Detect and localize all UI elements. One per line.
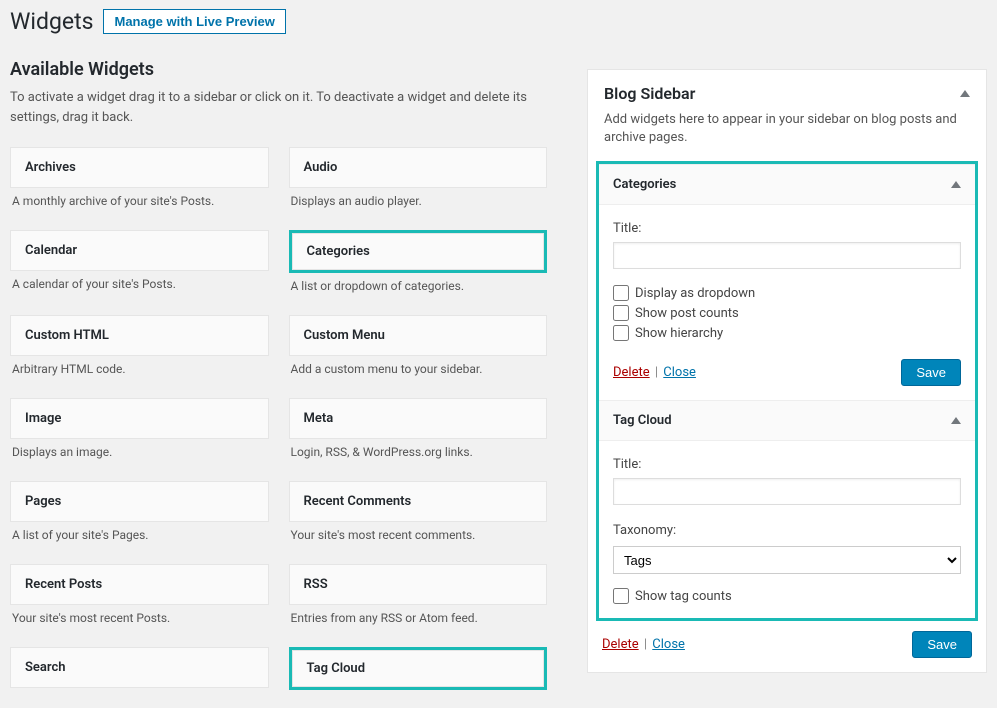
widget-name-pages[interactable]: Pages xyxy=(10,481,269,522)
widget-name-categories[interactable]: Categories xyxy=(292,233,545,270)
available-widget: RSSEntries from any RSS or Atom feed. xyxy=(289,564,548,637)
divider: | xyxy=(644,637,650,652)
show-hierarchy-label: Show hierarchy xyxy=(635,326,723,341)
title-label: Title: xyxy=(613,457,961,472)
widget-desc: A monthly archive of your site's Posts. xyxy=(10,188,269,220)
widget-desc: A list of your site's Pages. xyxy=(10,522,269,554)
show-post-counts-option[interactable]: Show post counts xyxy=(613,305,961,321)
widget-name-rss[interactable]: RSS xyxy=(289,564,548,605)
widget-name-meta[interactable]: Meta xyxy=(289,398,548,439)
show-tag-counts-label: Show tag counts xyxy=(635,589,732,604)
available-widget: CategoriesA list or dropdown of categori… xyxy=(289,230,548,305)
title-label: Title: xyxy=(613,221,961,236)
delete-link[interactable]: Delete xyxy=(613,365,650,380)
save-button[interactable]: Save xyxy=(901,359,961,386)
widget-name-archives[interactable]: Archives xyxy=(10,147,269,188)
widget-name-audio[interactable]: Audio xyxy=(289,147,548,188)
highlight-box: Tag Cloud xyxy=(289,647,548,690)
divider: | xyxy=(655,365,661,380)
show-hierarchy-checkbox[interactable] xyxy=(613,325,629,341)
widget-desc: Entries from any RSS or Atom feed. xyxy=(289,605,548,637)
widget-desc: Your site's most recent comments. xyxy=(289,522,548,554)
available-widget: ImageDisplays an image. xyxy=(10,398,269,471)
show-post-counts-label: Show post counts xyxy=(635,306,739,321)
widget-name-recent-posts[interactable]: Recent Posts xyxy=(10,564,269,605)
widget-name-tag-cloud[interactable]: Tag Cloud xyxy=(292,650,545,687)
widget-desc: A calendar of your site's Posts. xyxy=(10,271,269,303)
show-post-counts-checkbox[interactable] xyxy=(613,305,629,321)
available-widget: AudioDisplays an audio player. xyxy=(289,147,548,220)
available-widget: PagesA list of your site's Pages. xyxy=(10,481,269,554)
widget-desc xyxy=(10,688,269,706)
available-widget: Recent PostsYour site's most recent Post… xyxy=(10,564,269,637)
available-widgets-desc: To activate a widget drag it to a sideba… xyxy=(10,88,547,127)
widget-desc: Displays an image. xyxy=(10,439,269,471)
available-widget: Custom HTMLArbitrary HTML code. xyxy=(10,315,269,388)
highlighted-widgets-region: Categories Title: Display as dropdown xyxy=(596,161,978,621)
sidebar-column: Blog Sidebar Add widgets here to appear … xyxy=(587,69,987,673)
show-hierarchy-option[interactable]: Show hierarchy xyxy=(613,325,961,341)
categories-panel-header[interactable]: Categories xyxy=(599,165,975,205)
widget-name-recent-comments[interactable]: Recent Comments xyxy=(289,481,548,522)
widget-desc: Add a custom menu to your sidebar. xyxy=(289,356,548,388)
blog-sidebar-title: Blog Sidebar xyxy=(604,84,695,103)
widget-desc: Displays an audio player. xyxy=(289,188,548,220)
available-widget: Tag Cloud xyxy=(289,647,548,708)
available-widgets-column: Available Widgets To activate a widget d… xyxy=(10,39,547,708)
tagcloud-panel-header[interactable]: Tag Cloud xyxy=(599,401,975,441)
widget-name-search[interactable]: Search xyxy=(10,647,269,688)
taxonomy-select[interactable]: Tags xyxy=(613,546,961,574)
available-widget: MetaLogin, RSS, & WordPress.org links. xyxy=(289,398,548,471)
available-widgets-heading: Available Widgets xyxy=(10,59,547,80)
widget-name-custom-html[interactable]: Custom HTML xyxy=(10,315,269,356)
widget-desc: A list or dropdown of categories. xyxy=(289,273,548,305)
page-title: Widgets xyxy=(10,8,93,35)
available-widget: Custom MenuAdd a custom menu to your sid… xyxy=(289,315,548,388)
collapse-icon[interactable] xyxy=(951,417,961,424)
widget-desc: Login, RSS, & WordPress.org links. xyxy=(289,439,548,471)
widget-desc xyxy=(289,690,548,708)
available-widget: ArchivesA monthly archive of your site's… xyxy=(10,147,269,220)
collapse-icon[interactable] xyxy=(951,181,961,188)
categories-widget-panel: Categories Title: Display as dropdown xyxy=(599,164,975,400)
display-dropdown-checkbox[interactable] xyxy=(613,285,629,301)
taxonomy-label: Taxonomy: xyxy=(613,523,961,538)
tagcloud-panel-title: Tag Cloud xyxy=(613,413,672,428)
close-link[interactable]: Close xyxy=(652,637,685,652)
widget-name-calendar[interactable]: Calendar xyxy=(10,230,269,271)
available-widget: CalendarA calendar of your site's Posts. xyxy=(10,230,269,305)
save-button[interactable]: Save xyxy=(912,631,972,658)
show-tag-counts-option[interactable]: Show tag counts xyxy=(613,588,961,604)
categories-title-input[interactable] xyxy=(613,242,961,269)
display-dropdown-label: Display as dropdown xyxy=(635,286,755,301)
categories-panel-title: Categories xyxy=(613,177,676,192)
available-widget: Search xyxy=(10,647,269,708)
blog-sidebar-desc: Add widgets here to appear in your sideb… xyxy=(588,109,986,161)
collapse-icon[interactable] xyxy=(960,90,970,97)
live-preview-button[interactable]: Manage with Live Preview xyxy=(103,9,285,34)
available-widget: Recent CommentsYour site's most recent c… xyxy=(289,481,548,554)
delete-link[interactable]: Delete xyxy=(602,637,639,652)
widget-desc: Your site's most recent Posts. xyxy=(10,605,269,637)
blog-sidebar-area: Blog Sidebar Add widgets here to appear … xyxy=(587,69,987,673)
tagcloud-title-input[interactable] xyxy=(613,478,961,505)
highlight-box: Categories xyxy=(289,230,548,273)
widget-name-custom-menu[interactable]: Custom Menu xyxy=(289,315,548,356)
tagcloud-widget-panel: Tag Cloud Title: Taxonomy: Tags xyxy=(599,400,975,618)
close-link[interactable]: Close xyxy=(663,365,696,380)
show-tag-counts-checkbox[interactable] xyxy=(613,588,629,604)
widget-desc: Arbitrary HTML code. xyxy=(10,356,269,388)
widget-name-image[interactable]: Image xyxy=(10,398,269,439)
display-dropdown-option[interactable]: Display as dropdown xyxy=(613,285,961,301)
